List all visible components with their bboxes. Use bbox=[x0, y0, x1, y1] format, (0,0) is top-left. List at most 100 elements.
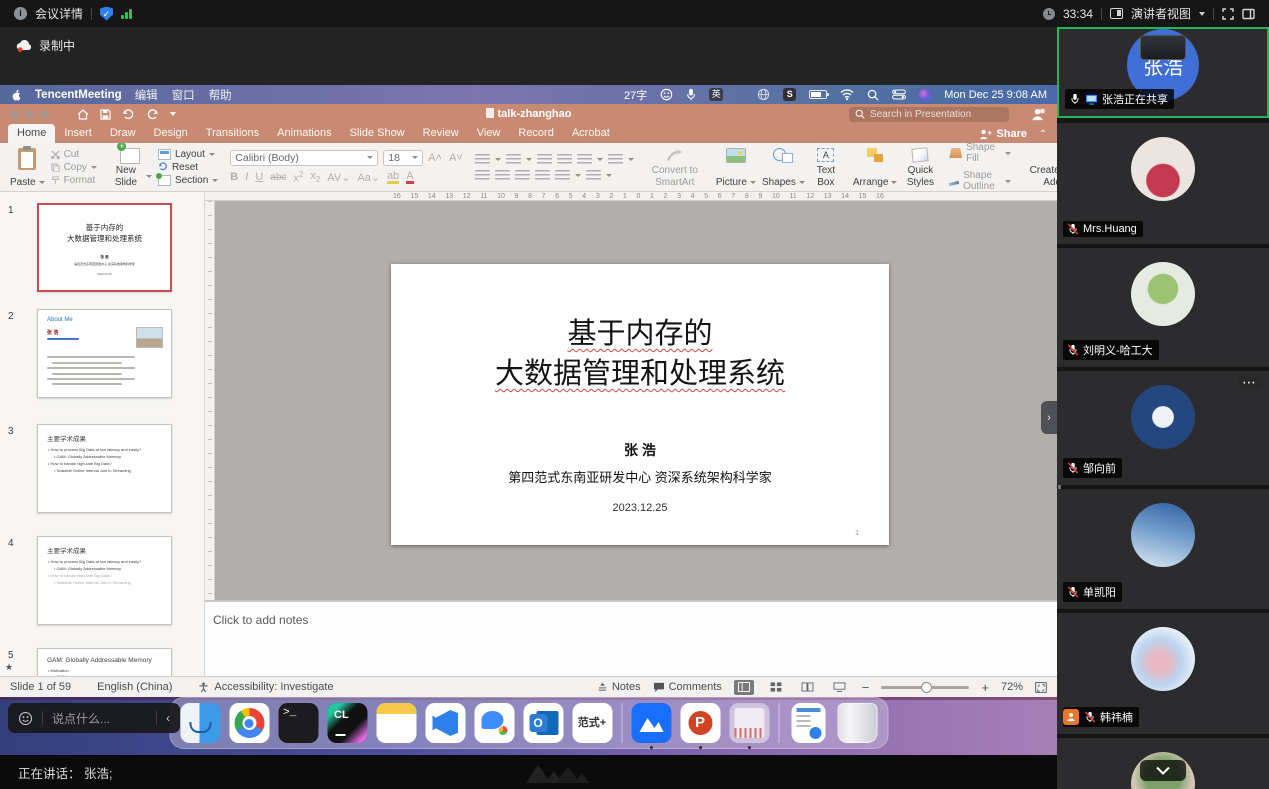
chat-emoji-icon[interactable] bbox=[18, 711, 33, 726]
format-painter-button[interactable]: Format bbox=[51, 175, 97, 186]
participant-tile-partial[interactable] bbox=[1057, 738, 1269, 789]
align-left-icon[interactable] bbox=[475, 170, 490, 181]
shapes-button[interactable]: Shapes bbox=[762, 146, 805, 188]
increase-indent-icon[interactable] bbox=[557, 154, 572, 165]
close-window-button[interactable] bbox=[10, 110, 19, 119]
tab-acrobat[interactable]: Acrobat bbox=[563, 124, 619, 143]
slide-canvas[interactable]: 基于内存的 大数据管理和处理系统 张 浩 第四范式东南亚研发中心 资深系统架构科… bbox=[215, 201, 1057, 600]
change-case-button[interactable]: Aa⌄ bbox=[357, 171, 380, 184]
tab-animations[interactable]: Animations bbox=[268, 124, 340, 143]
zoom-slider[interactable] bbox=[881, 686, 969, 689]
fullscreen-icon[interactable] bbox=[1222, 8, 1234, 20]
profile-icon[interactable] bbox=[1031, 108, 1045, 121]
arrange-button[interactable]: Arrange bbox=[853, 146, 898, 188]
emoji-picker-icon[interactable] bbox=[660, 88, 673, 101]
notes-pane[interactable]: Click to add notes bbox=[205, 600, 1057, 676]
dock-terminal-icon[interactable]: >_ bbox=[278, 703, 318, 743]
reading-view-button[interactable] bbox=[798, 680, 818, 695]
participant-tile-Mrs.Huang[interactable]: Mrs.Huang bbox=[1057, 123, 1269, 244]
zoom-out-button[interactable]: − bbox=[862, 680, 870, 695]
columns-icon[interactable] bbox=[555, 170, 570, 181]
collapse-ribbon-chevron-icon[interactable]: ⌃ bbox=[1039, 129, 1047, 140]
cut-button[interactable]: Cut bbox=[51, 149, 97, 160]
chat-input-placeholder[interactable]: 说点什么... bbox=[52, 710, 147, 727]
more-options-button[interactable]: ⋯ bbox=[1238, 375, 1261, 389]
char-spacing-button[interactable]: AV⌄ bbox=[327, 171, 350, 184]
control-center-icon[interactable] bbox=[892, 89, 906, 100]
dock-powerpoint-icon[interactable] bbox=[680, 703, 720, 743]
dock-trash-icon[interactable] bbox=[837, 703, 877, 743]
dock-meeting-icon[interactable] bbox=[631, 703, 671, 743]
text-direction-icon[interactable] bbox=[608, 154, 623, 165]
fit-to-window-icon[interactable] bbox=[1035, 682, 1047, 693]
align-right-icon[interactable] bbox=[515, 170, 530, 181]
participant-tile-韩祎楠[interactable]: 韩祎楠 bbox=[1057, 613, 1269, 734]
slide-thumbnail-5[interactable]: GAM: Globally Addressable Memory• Motiva… bbox=[37, 648, 172, 676]
slide-thumbnail-panel[interactable]: 1基于内存的大数据管理和处理系统张 浩第四范式东南亚研发中心 资深系统架构科学家… bbox=[0, 192, 205, 676]
font-size-select[interactable]: 18 bbox=[383, 150, 423, 166]
spotlight-search-icon[interactable] bbox=[867, 89, 879, 101]
macos-menu-1[interactable]: 窗口 bbox=[172, 87, 195, 103]
chat-input-bar[interactable]: 说点什么... ‹ bbox=[8, 703, 180, 733]
dock-chrome-icon[interactable] bbox=[229, 703, 269, 743]
macos-menu-0[interactable]: 编辑 bbox=[135, 87, 158, 103]
security-shield-icon[interactable]: ✓ bbox=[100, 7, 113, 21]
shape-outline-button[interactable]: Shape Outline bbox=[949, 170, 1011, 192]
underline-button[interactable]: U bbox=[255, 171, 263, 183]
dock-paradigm-icon[interactable]: 范式+ bbox=[572, 703, 612, 743]
superscript-button[interactable]: x2 bbox=[293, 170, 303, 185]
redo-icon[interactable] bbox=[146, 109, 159, 120]
grow-shrink-font-buttons[interactable]: A˄A˅ bbox=[428, 150, 463, 166]
apple-logo-icon[interactable] bbox=[10, 88, 22, 102]
dock-notes-icon[interactable] bbox=[376, 703, 416, 743]
tab-draw[interactable]: Draw bbox=[101, 124, 145, 143]
layout-button[interactable]: Layout bbox=[158, 149, 218, 160]
accessibility-button[interactable]: Accessibility: Investigate bbox=[198, 681, 333, 693]
dock-chat-icon[interactable] bbox=[474, 703, 514, 743]
section-button[interactable]: Section bbox=[158, 175, 218, 186]
tab-slide-show[interactable]: Slide Show bbox=[341, 124, 414, 143]
highlight-color-button[interactable]: ab bbox=[387, 171, 399, 184]
numbering-icon[interactable] bbox=[506, 154, 521, 165]
slideshow-view-button[interactable] bbox=[830, 680, 850, 695]
tab-record[interactable]: Record bbox=[509, 124, 562, 143]
siri-icon[interactable] bbox=[919, 89, 931, 101]
zoom-slider-thumb[interactable] bbox=[921, 682, 932, 693]
slide-thumbnail-2[interactable]: About Me张 浩 bbox=[37, 309, 172, 398]
font-color-button[interactable]: A bbox=[406, 171, 413, 184]
tab-view[interactable]: View bbox=[468, 124, 510, 143]
shape-fill-button[interactable]: Shape Fill bbox=[949, 143, 1011, 164]
decrease-indent-icon[interactable] bbox=[537, 154, 552, 165]
battery-icon[interactable] bbox=[809, 90, 827, 99]
wifi-icon[interactable] bbox=[840, 89, 854, 100]
participant-tile-刘明义-哈工大[interactable]: 刘明义-哈工大 bbox=[1057, 248, 1269, 367]
text-box-button[interactable]: AText Box bbox=[811, 146, 841, 188]
dictation-mic-icon[interactable] bbox=[686, 88, 696, 101]
collapse-videos-button[interactable] bbox=[1140, 760, 1186, 781]
network-signal-icon[interactable] bbox=[121, 8, 132, 19]
slide-thumbnail-3[interactable]: 主要学术成果• How to process Big Data at low l… bbox=[37, 424, 172, 513]
participant-tile-张浩[interactable]: 张浩张浩正在共享 bbox=[1057, 27, 1269, 118]
convert-smartart-button[interactable]: Convert to SmartArt bbox=[646, 146, 704, 188]
zoom-window-button[interactable] bbox=[40, 110, 49, 119]
dock-finder-icon[interactable] bbox=[180, 703, 220, 743]
dock-monitor-icon[interactable] bbox=[729, 703, 769, 743]
zoom-in-button[interactable]: + bbox=[981, 680, 989, 695]
minimize-window-button[interactable] bbox=[25, 110, 34, 119]
tab-home[interactable]: Home bbox=[8, 124, 55, 143]
globe-icon[interactable] bbox=[757, 88, 770, 101]
copy-button[interactable]: Copy bbox=[51, 162, 97, 173]
sidebyside-window-icon[interactable] bbox=[1242, 8, 1255, 20]
strikethrough-button[interactable]: abc bbox=[270, 172, 286, 183]
macos-menu-2[interactable]: 帮助 bbox=[209, 87, 232, 103]
slide-sorter-view-button[interactable] bbox=[766, 680, 786, 695]
dock-preview-icon[interactable] bbox=[791, 703, 825, 743]
align-text-icon[interactable] bbox=[586, 170, 601, 181]
bold-button[interactable]: B bbox=[230, 171, 238, 183]
comments-toggle-button[interactable]: Comments bbox=[653, 681, 722, 693]
tab-transitions[interactable]: Transitions bbox=[197, 124, 268, 143]
font-name-select[interactable]: Calibri (Body) bbox=[230, 150, 378, 166]
slide-thumbnail-4[interactable]: 主要学术成果• How to process Big Data at low l… bbox=[37, 536, 172, 625]
dock-outlook-icon[interactable] bbox=[523, 703, 563, 743]
dock-clion-icon[interactable]: CL bbox=[327, 703, 367, 743]
